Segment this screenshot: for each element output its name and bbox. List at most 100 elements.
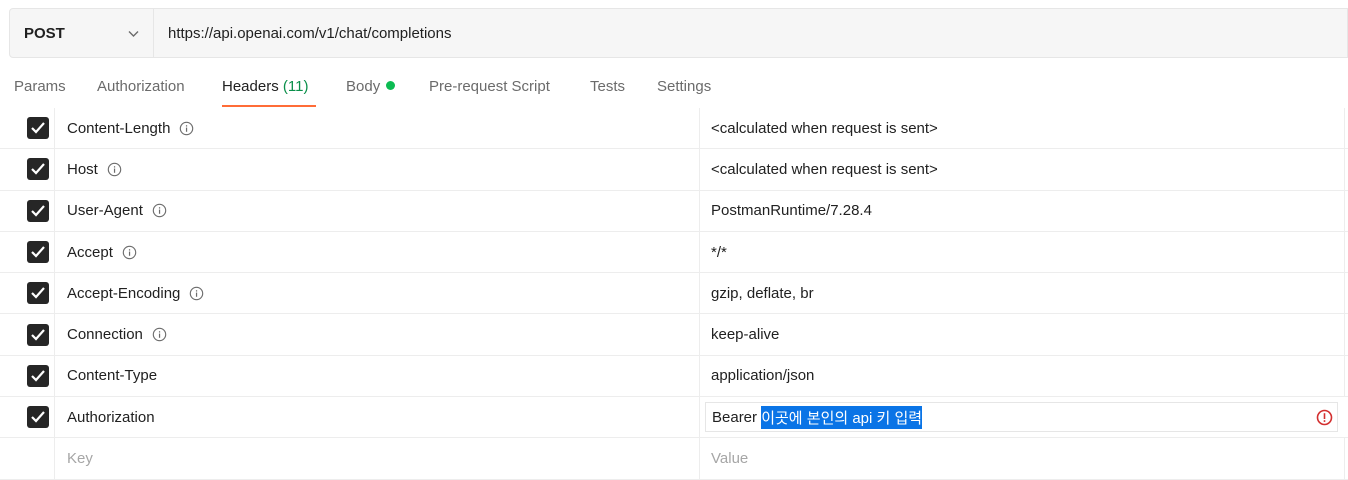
info-icon[interactable]: [152, 203, 167, 218]
header-key: Accept: [67, 243, 113, 261]
header-enabled-checkbox[interactable]: [27, 117, 49, 140]
tab-settings[interactable]: Settings: [657, 78, 711, 95]
header-value-cell[interactable]: <calculated when request is sent>: [700, 149, 1345, 190]
checkbox-cell: [0, 231, 55, 273]
tab-pre-request-script[interactable]: Pre-request Script: [429, 78, 550, 95]
header-key: User-Agent: [67, 202, 143, 220]
header-key: Content-Type: [67, 367, 158, 385]
info-icon[interactable]: [179, 121, 194, 136]
checkbox-cell: [0, 273, 55, 314]
header-key-cell[interactable]: Host: [55, 149, 700, 190]
header-key: Host: [67, 160, 98, 178]
header-enabled-checkbox[interactable]: [27, 323, 49, 346]
chevron-down-icon: [128, 30, 139, 37]
tab-tests[interactable]: Tests: [590, 78, 625, 95]
info-icon[interactable]: [122, 245, 137, 260]
checkbox-cell: [0, 149, 55, 190]
new-header-row: Key Value: [0, 438, 1348, 480]
header-value: */*: [711, 243, 727, 261]
header-enabled-checkbox[interactable]: [27, 406, 49, 429]
header-enabled-checkbox[interactable]: [27, 282, 49, 305]
tab-label: Tests: [590, 78, 626, 95]
tab-label: Headers: [222, 78, 279, 95]
info-icon[interactable]: [152, 327, 167, 342]
check-icon: [31, 411, 45, 423]
tab-label: Params: [14, 78, 66, 95]
selected-text: 이곳에 본인의 api 키 입력: [761, 405, 923, 429]
table-row: Host <calculated when request is sent>: [0, 149, 1348, 191]
table-row: Accept-Encoding gzip, deflate, br: [0, 273, 1348, 315]
method-label: POST: [24, 24, 65, 42]
check-icon: [31, 246, 45, 258]
header-enabled-checkbox[interactable]: [27, 199, 49, 222]
header-value-cell[interactable]: gzip, deflate, br: [700, 273, 1345, 314]
tab-label: Settings: [657, 78, 712, 95]
header-value: PostmanRuntime/7.28.4: [711, 202, 872, 220]
headers-count-badge: (11): [282, 78, 309, 95]
tab-label: Pre-request Script: [429, 78, 550, 95]
url-input[interactable]: https://api.openai.com/v1/chat/completio…: [154, 9, 1347, 57]
header-key: Accept-Encoding: [67, 284, 181, 302]
table-row: User-Agent PostmanRuntime/7.28.4: [0, 190, 1348, 232]
header-key: Connection: [67, 326, 143, 344]
table-row: Authorization Bearer 이곳에 본인의 api 키 입력: [0, 397, 1348, 439]
header-value: gzip, deflate, br: [711, 284, 814, 302]
key-placeholder: Key: [67, 450, 93, 468]
check-icon: [31, 287, 45, 299]
info-icon[interactable]: [107, 162, 122, 177]
tab-label: Body: [346, 78, 381, 95]
tab-label: Authorization: [97, 78, 185, 95]
method-select[interactable]: POST: [10, 9, 154, 57]
value-prefix: Bearer: [712, 408, 762, 426]
table-row: Content-Length <calculated when request …: [0, 108, 1348, 150]
header-value: keep-alive: [711, 326, 780, 344]
header-value: <calculated when request is sent>: [711, 119, 938, 137]
table-row: Content-Type application/json: [0, 355, 1348, 398]
checkbox-cell: [0, 190, 55, 231]
header-key-cell[interactable]: Content-Type: [55, 355, 700, 397]
table-row: Connection keep-alive: [0, 314, 1348, 356]
active-tab-indicator: [222, 105, 316, 107]
body-indicator-dot: [386, 81, 396, 90]
checkbox-cell: [0, 438, 55, 479]
header-key-cell[interactable]: User-Agent: [55, 190, 700, 231]
check-icon: [31, 205, 45, 217]
check-icon: [31, 122, 45, 134]
header-enabled-checkbox[interactable]: [27, 241, 49, 264]
header-value-cell[interactable]: <calculated when request is sent>: [700, 108, 1345, 149]
header-key-cell[interactable]: Accept-Encoding: [55, 273, 700, 314]
warning-icon[interactable]: [1316, 409, 1333, 426]
tab-authorization[interactable]: Authorization: [97, 78, 185, 95]
request-tabs: Params Authorization Headers (11) Body P…: [0, 62, 1348, 108]
checkbox-cell: [0, 355, 55, 397]
header-value: application/json: [711, 367, 815, 385]
header-key-cell[interactable]: Content-Length: [55, 108, 700, 149]
header-value-cell[interactable]: PostmanRuntime/7.28.4: [700, 190, 1345, 231]
checkbox-cell: [0, 397, 55, 438]
tab-params[interactable]: Params: [14, 78, 66, 95]
header-enabled-checkbox[interactable]: [27, 158, 49, 181]
new-value-input[interactable]: Value: [700, 438, 1345, 479]
table-row: Accept */*: [0, 231, 1348, 274]
header-value-cell[interactable]: */*: [700, 231, 1345, 273]
header-value: <calculated when request is sent>: [711, 160, 938, 178]
header-key-cell[interactable]: Authorization: [55, 397, 700, 438]
authorization-value-input[interactable]: Bearer 이곳에 본인의 api 키 입력: [705, 402, 1338, 433]
header-key: Content-Length: [67, 119, 171, 137]
info-icon[interactable]: [189, 286, 204, 301]
tab-body[interactable]: Body: [346, 78, 396, 95]
check-icon: [31, 163, 45, 176]
checkbox-cell: [0, 108, 55, 149]
header-key-cell[interactable]: Connection: [55, 314, 700, 355]
new-key-input[interactable]: Key: [55, 438, 700, 479]
checkbox-cell: [0, 314, 55, 355]
header-value-cell[interactable]: application/json: [700, 355, 1345, 397]
header-key: Authorization: [67, 408, 155, 426]
header-value-cell[interactable]: keep-alive: [700, 314, 1345, 355]
tab-headers[interactable]: Headers (11): [222, 78, 308, 95]
value-placeholder: Value: [711, 450, 749, 468]
headers-table: Content-Length <calculated when request …: [0, 108, 1348, 480]
header-key-cell[interactable]: Accept: [55, 231, 700, 273]
check-icon: [31, 370, 45, 382]
header-enabled-checkbox[interactable]: [27, 364, 49, 387]
